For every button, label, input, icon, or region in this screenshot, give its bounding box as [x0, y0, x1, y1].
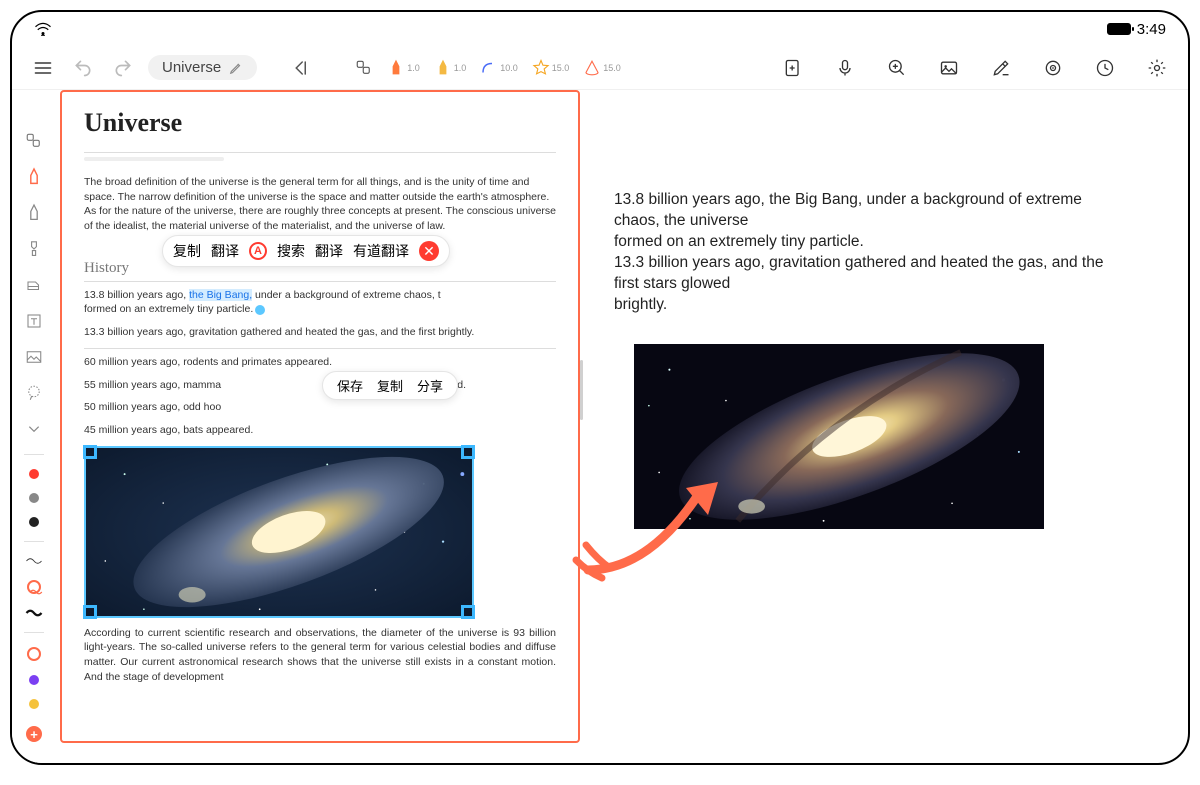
- text-context-menu: 复制 翻译 A 搜索 翻译 有道翻译 ✕: [162, 235, 450, 267]
- galaxy-image: [86, 448, 472, 616]
- timeline-1: 60 million years ago, rodents and primat…: [84, 355, 556, 370]
- lt-text[interactable]: [23, 310, 45, 332]
- close-icon[interactable]: ✕: [419, 241, 439, 261]
- add-page-button[interactable]: [778, 53, 808, 83]
- tool-shapes[interactable]: [355, 59, 373, 77]
- lt-shapes[interactable]: [23, 130, 45, 152]
- lt-highlighter[interactable]: [23, 238, 45, 260]
- ctx-translate2[interactable]: 翻译: [315, 241, 343, 261]
- lt-pen-2[interactable]: [23, 202, 45, 224]
- top-toolbar: Universe 1.0 1.0 10.0 15.: [12, 46, 1188, 90]
- undo-button[interactable]: [68, 53, 98, 83]
- history-button[interactable]: [1090, 53, 1120, 83]
- notes-page[interactable]: 13.8 billion years ago, the Big Bang, un…: [584, 90, 1178, 743]
- color-red[interactable]: [29, 469, 39, 479]
- battery-icon: [1107, 23, 1131, 35]
- stroke-thick[interactable]: [25, 608, 43, 618]
- annotate-icon[interactable]: A: [249, 242, 267, 260]
- ctx-youdao[interactable]: 有道翻译: [353, 241, 409, 261]
- clock: 3:49: [1137, 21, 1166, 38]
- menu-icon[interactable]: [28, 53, 58, 83]
- ctx-translate[interactable]: 翻译: [211, 241, 239, 261]
- image-button[interactable]: [934, 53, 964, 83]
- stroke-med-ring[interactable]: [27, 580, 41, 594]
- selected-image[interactable]: [84, 446, 474, 618]
- ctx2-share[interactable]: 分享: [417, 376, 443, 395]
- color-gray[interactable]: [29, 493, 39, 503]
- wifi-icon: [34, 22, 52, 36]
- back-button[interactable]: [285, 53, 315, 83]
- color-purple[interactable]: [29, 675, 39, 685]
- drawing-tools: 1.0 1.0 10.0 15.0 15.0: [355, 59, 621, 77]
- timeline-4: 45 million years ago, bats appeared.: [84, 423, 556, 438]
- tool-star[interactable]: 15.0: [532, 59, 570, 77]
- add-tool[interactable]: +: [23, 723, 45, 745]
- tool-pen-yellow[interactable]: 1.0: [434, 59, 467, 77]
- zoom-button[interactable]: [882, 53, 912, 83]
- timeline-2: 55 million years ago, mammaared, cetacea…: [84, 378, 556, 393]
- settings-button[interactable]: [1142, 53, 1172, 83]
- mic-button[interactable]: [830, 53, 860, 83]
- document-title[interactable]: Universe: [148, 55, 257, 80]
- selection-handle[interactable]: [255, 305, 265, 315]
- ring-orange[interactable]: [27, 647, 41, 661]
- color-black[interactable]: [29, 517, 39, 527]
- draw-button[interactable]: [986, 53, 1016, 83]
- stroke-thin[interactable]: [25, 556, 43, 566]
- lt-lasso[interactable]: [23, 382, 45, 404]
- source-page[interactable]: Universe The broad definition of the uni…: [60, 90, 580, 743]
- page-title: Universe: [84, 108, 556, 138]
- tool-pen-orange[interactable]: 1.0: [387, 59, 420, 77]
- tool-cone[interactable]: 15.0: [583, 59, 621, 77]
- doc-title-text: Universe: [162, 59, 221, 76]
- note-text: 13.8 billion years ago, the Big Bang, un…: [614, 190, 1118, 316]
- ctx2-save[interactable]: 保存: [337, 376, 363, 395]
- view-button[interactable]: [1038, 53, 1068, 83]
- tablet-frame: 3:49 Universe 1.0: [10, 10, 1190, 765]
- lt-collapse[interactable]: [23, 418, 45, 440]
- lt-pen-active[interactable]: [23, 166, 45, 188]
- lt-eraser[interactable]: [23, 274, 45, 296]
- ctx2-copy[interactable]: 复制: [377, 376, 403, 395]
- title-underline: [84, 157, 224, 161]
- color-yellow[interactable]: [29, 699, 39, 709]
- footer-text: According to current scientific research…: [84, 626, 556, 685]
- status-bar: 3:49: [12, 12, 1188, 46]
- history-p1: 13.8 billion years ago, the Big Bang, un…: [84, 288, 556, 317]
- link-big-bang[interactable]: the Big Bang,: [189, 289, 252, 301]
- edit-icon: [229, 61, 243, 75]
- split-handle[interactable]: [580, 90, 584, 743]
- history-p2: 13.3 billion years ago, gravitation gath…: [84, 325, 556, 340]
- image-context-menu: 保存 复制 分享: [322, 371, 458, 400]
- ctx-copy[interactable]: 复制: [173, 241, 201, 261]
- redo-button[interactable]: [108, 53, 138, 83]
- ctx-search[interactable]: 搜索: [277, 241, 305, 261]
- pasted-galaxy-image[interactable]: [634, 344, 1044, 529]
- intro-text: The broad definition of the universe is …: [84, 175, 556, 234]
- lt-image[interactable]: [23, 346, 45, 368]
- timeline-3: 50 million years ago, odd hoo: [84, 400, 556, 415]
- tool-curve[interactable]: 10.0: [480, 59, 518, 77]
- left-toolbar: +: [12, 90, 56, 763]
